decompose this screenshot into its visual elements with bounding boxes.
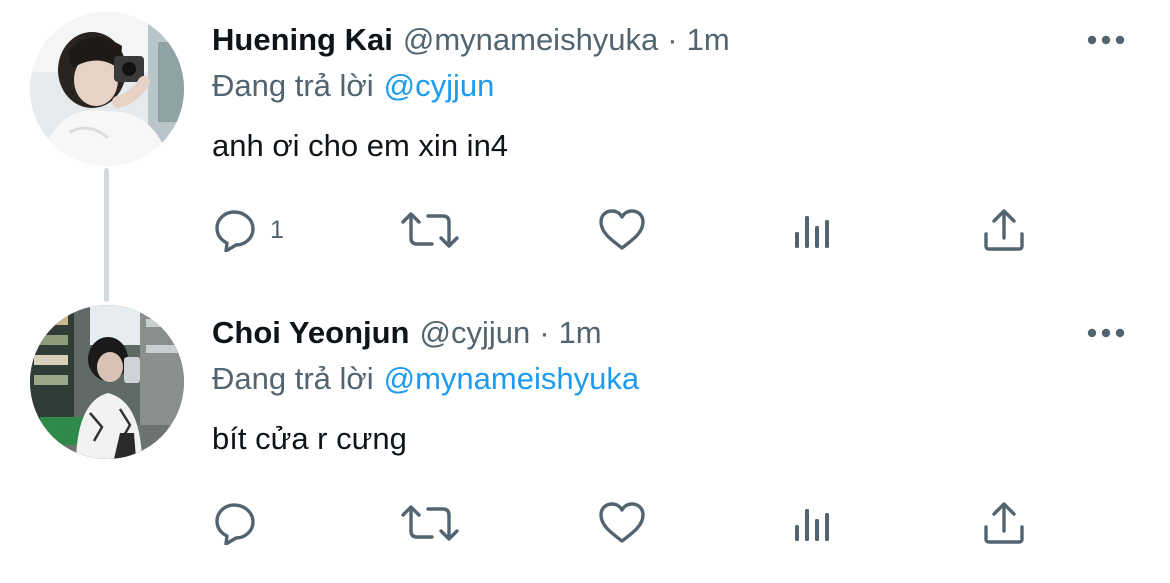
avatar[interactable] bbox=[30, 305, 184, 459]
heart-icon bbox=[599, 209, 645, 250]
reply-button[interactable]: 1 bbox=[214, 205, 284, 255]
share-upload-icon bbox=[984, 502, 1024, 544]
reply-count: 1 bbox=[270, 215, 284, 244]
analytics-button[interactable] bbox=[792, 205, 834, 255]
analytics-bars-icon bbox=[795, 509, 829, 541]
more-dots-icon bbox=[1087, 328, 1125, 338]
display-name[interactable]: Choi Yeonjun bbox=[212, 315, 410, 351]
replying-to: Đang trả lời @mynameishyuka bbox=[212, 361, 639, 397]
action-bar bbox=[0, 498, 1170, 548]
share-button[interactable] bbox=[981, 205, 1027, 255]
retweet-button[interactable] bbox=[400, 498, 460, 548]
reply-button[interactable] bbox=[214, 498, 270, 548]
tweet-header: Choi Yeonjun @cyjjun · 1m bbox=[212, 313, 602, 353]
handle[interactable]: @mynameishyuka bbox=[403, 22, 658, 58]
avatar[interactable] bbox=[30, 12, 184, 166]
display-name[interactable]: Huening Kai bbox=[212, 22, 393, 58]
timestamp[interactable]: 1m bbox=[687, 22, 730, 58]
analytics-bars-icon bbox=[795, 216, 829, 248]
tweet-header: Huening Kai @mynameishyuka · 1m bbox=[212, 20, 730, 60]
replying-to-label: Đang trả lời bbox=[212, 361, 374, 396]
tweet[interactable]: Huening Kai @mynameishyuka · 1m Đang trả… bbox=[0, 0, 1170, 290]
separator: · bbox=[539, 315, 550, 350]
retweet-icon bbox=[401, 212, 459, 248]
like-button[interactable] bbox=[598, 498, 646, 548]
action-bar: 1 bbox=[0, 205, 1170, 255]
replying-to: Đang trả lời @cyjjun bbox=[212, 68, 494, 104]
speech-bubble-icon bbox=[215, 210, 255, 252]
tweet-text: anh ơi cho em xin in4 bbox=[212, 128, 509, 163]
retweet-icon bbox=[401, 505, 459, 541]
handle[interactable]: @cyjjun bbox=[420, 315, 531, 351]
tweet-text: bít cửa r cưng bbox=[212, 421, 407, 456]
replying-to-label: Đang trả lời bbox=[212, 68, 374, 103]
more-dots-icon bbox=[1087, 35, 1125, 45]
timestamp[interactable]: 1m bbox=[559, 315, 602, 351]
speech-bubble-icon bbox=[215, 503, 255, 545]
more-button[interactable] bbox=[1084, 27, 1128, 53]
separator: · bbox=[667, 22, 678, 57]
tweet[interactable]: Choi Yeonjun @cyjjun · 1m Đang trả lời @m… bbox=[0, 293, 1170, 583]
like-button[interactable] bbox=[598, 205, 646, 255]
share-upload-icon bbox=[984, 209, 1024, 251]
heart-icon bbox=[599, 502, 645, 543]
more-button[interactable] bbox=[1084, 320, 1128, 346]
mention-link[interactable]: @mynameishyuka bbox=[384, 361, 639, 396]
analytics-button[interactable] bbox=[792, 498, 834, 548]
avatar-photo-icon bbox=[30, 12, 184, 166]
retweet-button[interactable] bbox=[400, 205, 460, 255]
share-button[interactable] bbox=[981, 498, 1027, 548]
avatar-photo-icon bbox=[30, 305, 184, 459]
mention-link[interactable]: @cyjjun bbox=[384, 68, 495, 103]
